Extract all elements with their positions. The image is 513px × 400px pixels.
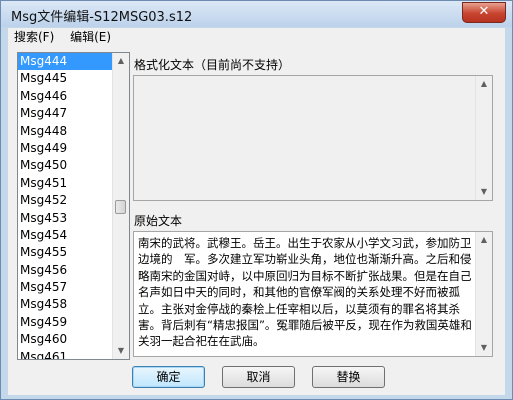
menu-search[interactable]: 搜索(F) xyxy=(8,28,60,47)
formatted-scroll-up-icon[interactable]: ▲ xyxy=(476,76,492,92)
dialog-client-area: Msg444 Msg445 Msg446 Msg447 Msg448 Msg449 Msg4… xyxy=(8,47,505,395)
title-bar[interactable]: Msg文件编辑-S12MSG03.s12 ✕ xyxy=(1,1,512,27)
list-item[interactable]: Msg460 xyxy=(18,331,114,348)
formatted-scroll-down-icon[interactable]: ▼ xyxy=(476,184,492,200)
list-item[interactable]: Msg449 xyxy=(18,140,114,157)
list-item[interactable]: Msg456 xyxy=(18,262,114,279)
original-text-label: 原始文本 xyxy=(134,214,183,228)
close-button[interactable]: ✕ xyxy=(462,2,506,23)
msg-list-items: Msg444 Msg445 Msg446 Msg447 Msg448 Msg449 Msg4… xyxy=(18,53,114,359)
list-item[interactable]: Msg461 xyxy=(18,349,114,359)
formatted-text-area[interactable]: ▲ ▼ xyxy=(133,75,493,201)
msg-editor-window: Msg文件编辑-S12MSG03.s12 ✕ 搜索(F) 编辑(E) Msg44… xyxy=(0,0,513,400)
list-item[interactable]: Msg454 xyxy=(18,227,114,244)
scroll-thumb[interactable] xyxy=(115,200,126,214)
formatted-text-label: 格式化文本（目前尚不支持） xyxy=(134,58,291,72)
ok-button[interactable]: 确定 xyxy=(132,366,205,388)
original-scroll-down-icon[interactable]: ▼ xyxy=(476,340,492,356)
scroll-down-arrow-icon[interactable]: ▼ xyxy=(113,343,129,359)
list-item[interactable]: Msg447 xyxy=(18,105,114,122)
list-item[interactable]: Msg458 xyxy=(18,296,114,313)
list-item[interactable]: Msg451 xyxy=(18,175,114,192)
list-item[interactable]: Msg444 xyxy=(18,53,114,71)
list-item[interactable]: Msg459 xyxy=(18,314,114,331)
formatted-scrollbar[interactable]: ▲ ▼ xyxy=(475,76,492,200)
msg-listbox[interactable]: Msg444 Msg445 Msg446 Msg447 Msg448 Msg449 Msg4… xyxy=(17,52,130,360)
original-text-area[interactable]: 南宋的武将。武穆王。岳王。出生于农家从小学文习武，参加防卫边境的 军。多次建立军… xyxy=(133,231,493,357)
list-item[interactable]: Msg457 xyxy=(18,279,114,296)
close-icon: ✕ xyxy=(478,4,490,19)
scroll-up-arrow-icon[interactable]: ▲ xyxy=(113,53,129,69)
list-item[interactable]: Msg453 xyxy=(18,210,114,227)
original-scrollbar[interactable]: ▲ ▼ xyxy=(475,232,492,356)
list-scrollbar[interactable]: ▲ ▼ xyxy=(112,53,129,359)
list-item[interactable]: Msg448 xyxy=(18,123,114,140)
list-item[interactable]: Msg445 xyxy=(18,70,114,87)
list-item[interactable]: Msg446 xyxy=(18,88,114,105)
cancel-button[interactable]: 取消 xyxy=(222,366,295,388)
menu-edit[interactable]: 编辑(E) xyxy=(64,28,117,47)
list-item[interactable]: Msg450 xyxy=(18,157,114,174)
original-text-content: 南宋的武将。武穆王。岳王。出生于农家从小学文习武，参加防卫边境的 军。多次建立军… xyxy=(138,236,472,349)
list-item[interactable]: Msg455 xyxy=(18,244,114,261)
original-scroll-up-icon[interactable]: ▲ xyxy=(476,232,492,248)
window-title: Msg文件编辑-S12MSG03.s12 xyxy=(11,10,193,25)
replace-button[interactable]: 替换 xyxy=(312,366,385,388)
menu-bar: 搜索(F) 编辑(E) xyxy=(8,28,505,48)
list-item[interactable]: Msg452 xyxy=(18,192,114,209)
